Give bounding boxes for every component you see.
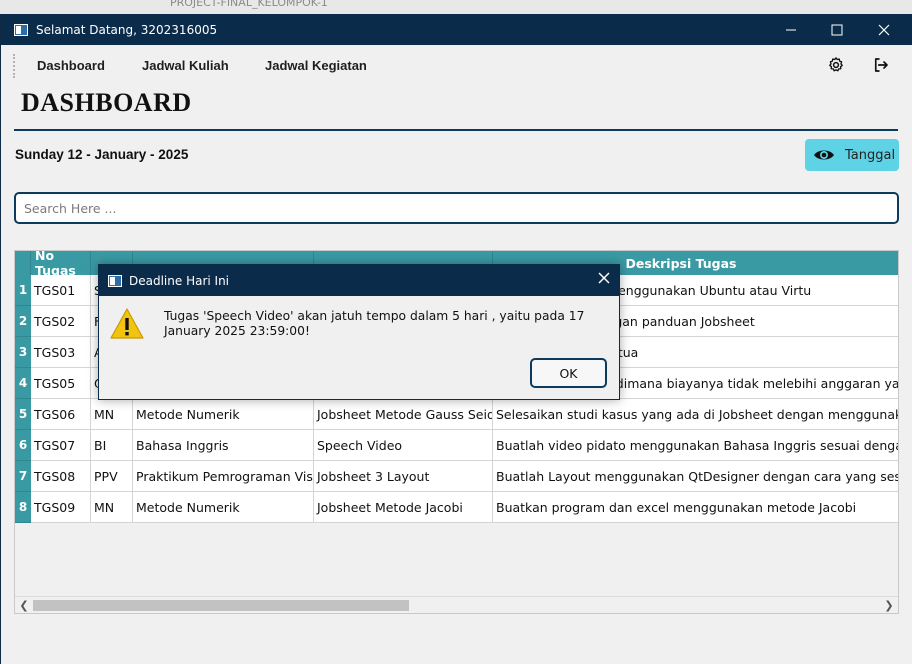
cell-no-tugas[interactable]: TGS05 bbox=[31, 368, 91, 399]
cell-kode[interactable]: BI bbox=[91, 430, 133, 461]
cell-nama-tugas[interactable]: Jobsheet Metode Gauss Seidel bbox=[314, 399, 493, 430]
table-corner[interactable] bbox=[15, 251, 31, 275]
dialog-app-icon bbox=[108, 274, 122, 287]
cell-no-tugas[interactable]: TGS07 bbox=[31, 430, 91, 461]
row-number[interactable]: 4 bbox=[15, 368, 31, 399]
close-icon bbox=[878, 24, 890, 35]
dialog-message: Tugas 'Speech Video' akan jatuh tempo da… bbox=[164, 309, 585, 338]
cell-no-tugas[interactable]: TGS09 bbox=[31, 492, 91, 523]
row-number[interactable]: 8 bbox=[15, 492, 31, 523]
tanggal-button[interactable]: Tanggal bbox=[805, 139, 899, 171]
page-title: DASHBOARD bbox=[21, 88, 192, 117]
nav-jadwal-kuliah[interactable]: Jadwal Kuliah bbox=[142, 58, 229, 73]
row-number[interactable]: 6 bbox=[15, 430, 31, 461]
cell-mata-kuliah[interactable]: Praktikum Pemrograman Visual bbox=[133, 461, 314, 492]
cell-mata-kuliah[interactable]: Metode Numerik bbox=[133, 399, 314, 430]
window-title: Selamat Datang, 3202316005 bbox=[36, 22, 218, 37]
cell-deskripsi[interactable]: Buatlah Layout menggunakan QtDesigner de… bbox=[493, 461, 898, 492]
dialog-title: Deadline Hari Ini bbox=[129, 273, 230, 288]
cell-no-tugas[interactable]: TGS06 bbox=[31, 399, 91, 430]
warning-icon bbox=[110, 308, 144, 339]
cell-nama-tugas[interactable]: Jobsheet Metode Jacobi bbox=[314, 492, 493, 523]
row-number[interactable]: 1 bbox=[15, 275, 31, 306]
column-header-no-tugas[interactable]: No Tugas bbox=[31, 251, 91, 278]
toolbar-grip[interactable] bbox=[13, 54, 15, 78]
cell-deskripsi[interactable]: Buatlah video pidato menggunakan Bahasa … bbox=[493, 430, 898, 461]
minimize-button[interactable] bbox=[768, 14, 814, 45]
dialog-titlebar[interactable]: Deadline Hari Ini bbox=[99, 265, 619, 296]
cell-deskripsi[interactable]: Selesaikan studi kasus yang ada di Jobsh… bbox=[493, 399, 898, 430]
logout-icon[interactable] bbox=[872, 56, 890, 74]
scroll-left-icon[interactable]: ❮ bbox=[16, 597, 32, 613]
maximize-button[interactable] bbox=[814, 14, 860, 45]
background-window-title: PROJECT-FINAL_KELOMPOK-1 bbox=[170, 0, 328, 9]
window-titlebar[interactable]: Selamat Datang, 3202316005 bbox=[1, 14, 912, 45]
cell-deskripsi[interactable]: Buatkan program dan excel menggunakan me… bbox=[493, 492, 898, 523]
tanggal-button-label: Tanggal bbox=[845, 147, 896, 163]
close-button[interactable] bbox=[861, 14, 907, 45]
horizontal-scrollbar[interactable]: ❮ ❯ bbox=[15, 596, 898, 613]
background-window-strip: PROJECT-FINAL_KELOMPOK-1 bbox=[0, 0, 912, 14]
cell-nama-tugas[interactable]: Jobsheet 3 Layout bbox=[314, 461, 493, 492]
maximize-icon bbox=[831, 24, 843, 35]
cell-no-tugas[interactable]: TGS03 bbox=[31, 337, 91, 368]
cell-mata-kuliah[interactable]: Bahasa Inggris bbox=[133, 430, 314, 461]
cell-mata-kuliah[interactable]: Metode Numerik bbox=[133, 492, 314, 523]
cell-kode[interactable]: MN bbox=[91, 492, 133, 523]
minimize-icon bbox=[786, 29, 796, 30]
title-divider bbox=[14, 129, 898, 131]
row-number[interactable]: 5 bbox=[15, 399, 31, 430]
current-date: Sunday 12 - January - 2025 bbox=[15, 147, 189, 162]
nav-jadwal-kegiatan[interactable]: Jadwal Kegiatan bbox=[265, 58, 367, 73]
deadline-dialog: Deadline Hari Ini Tugas 'Speech Video' a… bbox=[98, 264, 620, 400]
search-input[interactable] bbox=[14, 192, 899, 224]
ok-button[interactable]: OK bbox=[530, 358, 607, 388]
row-number[interactable]: 7 bbox=[15, 461, 31, 492]
cell-no-tugas[interactable]: TGS02 bbox=[31, 306, 91, 337]
navbar: Dashboard Jadwal Kuliah Jadwal Kegiatan bbox=[1, 45, 912, 87]
cell-nama-tugas[interactable]: Speech Video bbox=[314, 430, 493, 461]
scrollbar-thumb[interactable] bbox=[33, 600, 409, 611]
scroll-right-icon[interactable]: ❯ bbox=[881, 597, 897, 613]
row-number[interactable]: 2 bbox=[15, 306, 31, 337]
cell-no-tugas[interactable]: TGS01 bbox=[31, 275, 91, 306]
eye-icon bbox=[814, 150, 834, 160]
gear-icon[interactable] bbox=[827, 56, 845, 74]
app-icon bbox=[14, 23, 28, 36]
row-number[interactable]: 3 bbox=[15, 337, 31, 368]
cell-kode[interactable]: MN bbox=[91, 399, 133, 430]
cell-kode[interactable]: PPV bbox=[91, 461, 133, 492]
nav-dashboard[interactable]: Dashboard bbox=[37, 58, 105, 73]
cell-no-tugas[interactable]: TGS08 bbox=[31, 461, 91, 492]
dialog-close-icon[interactable] bbox=[597, 271, 611, 285]
